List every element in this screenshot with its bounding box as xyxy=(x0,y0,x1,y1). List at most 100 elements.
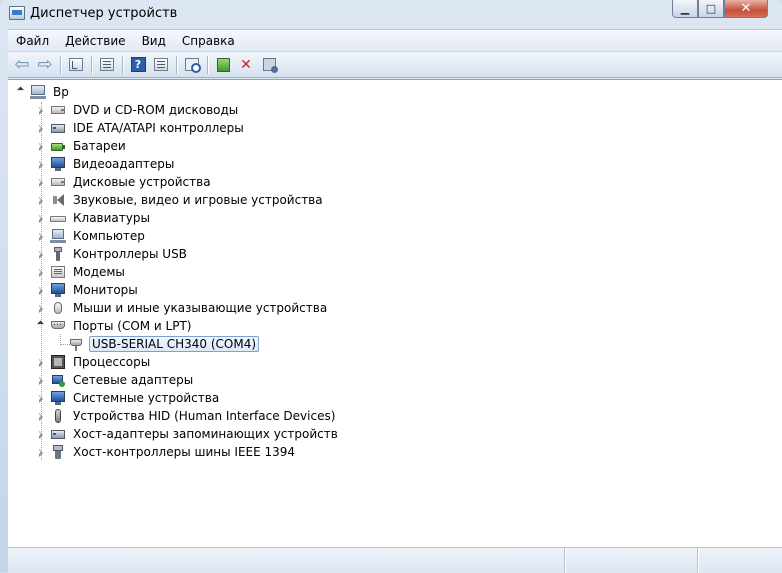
status-bar xyxy=(8,547,782,573)
tree-item-label: Модемы xyxy=(73,265,125,279)
tree-item-modems[interactable]: Модемы xyxy=(36,263,127,281)
computer-icon xyxy=(50,228,66,244)
minimize-button[interactable]: ▁ xyxy=(672,0,698,18)
tree-item-label: Батареи xyxy=(73,139,126,153)
display-adapter-icon xyxy=(50,156,66,172)
tree-item-ide[interactable]: IDE ATA/ATAPI контроллеры xyxy=(36,119,246,137)
sound-icon xyxy=(50,192,66,208)
toolbar: ⇦ ⇨ ? ✕ xyxy=(8,51,782,78)
tree-item-processors[interactable]: Процессоры xyxy=(36,353,152,371)
toolbar-separator xyxy=(176,55,177,74)
uninstall-icon: ✕ xyxy=(240,56,252,73)
monitor-icon xyxy=(50,282,66,298)
expand-icon[interactable] xyxy=(36,106,45,115)
scan-hardware-button[interactable] xyxy=(182,55,202,75)
collapse-icon[interactable] xyxy=(16,87,25,96)
back-button[interactable]: ⇦ xyxy=(12,55,32,75)
tree-item-label: Сетевые адаптеры xyxy=(73,373,194,387)
forward-button[interactable]: ⇨ xyxy=(35,55,55,75)
hid-icon xyxy=(50,408,66,424)
expand-icon[interactable] xyxy=(36,286,45,295)
expand-icon[interactable] xyxy=(36,142,45,151)
expand-icon[interactable] xyxy=(36,358,45,367)
usb-icon xyxy=(50,246,66,262)
help-button[interactable]: ? xyxy=(128,55,148,75)
expand-icon[interactable] xyxy=(36,394,45,403)
tree-item-sound[interactable]: Звуковые, видео и игровые устройства xyxy=(36,191,325,209)
disable-button[interactable] xyxy=(259,55,279,75)
com-port-icon xyxy=(68,336,84,352)
tree-item-label: Компьютер xyxy=(73,229,145,243)
update-driver-button[interactable] xyxy=(213,55,233,75)
device-manager-window: Диспетчер устройств ▁ □ ✕ Файл Действие … xyxy=(0,0,782,573)
tree-item-hid[interactable]: Устройства HID (Human Interface Devices) xyxy=(36,407,337,425)
expand-icon[interactable] xyxy=(36,232,45,241)
update-driver-icon xyxy=(216,57,230,72)
menu-help[interactable]: Справка xyxy=(174,34,243,48)
tree-item-keyboards[interactable]: Клавиатуры xyxy=(36,209,152,227)
tree-item-mice[interactable]: Мыши и иные указывающие устройства xyxy=(36,299,329,317)
expand-icon[interactable] xyxy=(36,250,45,259)
tree-item-label: Процессоры xyxy=(73,355,151,369)
properties-button[interactable] xyxy=(97,55,117,75)
toolbar-separator xyxy=(60,55,61,74)
disable-icon xyxy=(262,58,278,73)
tree-item-usb-serial-ch340[interactable]: USB-SERIAL CH340 (COM4) xyxy=(68,335,260,353)
properties-page-icon xyxy=(154,58,168,71)
expand-icon[interactable] xyxy=(36,448,45,457)
expand-icon[interactable] xyxy=(36,160,45,169)
tree-item-label: Системные устройства xyxy=(73,391,220,405)
tree-item-label: DVD и CD-ROM дисководы xyxy=(73,103,239,117)
port-icon xyxy=(50,318,66,334)
expand-icon[interactable] xyxy=(36,214,45,223)
expand-icon[interactable] xyxy=(36,178,45,187)
tree-item-computer[interactable]: Компьютер xyxy=(36,227,147,245)
ieee1394-icon xyxy=(50,444,66,460)
menu-file[interactable]: Файл xyxy=(8,34,57,48)
keyboard-icon xyxy=(50,210,66,226)
status-cell xyxy=(698,548,782,573)
expand-icon[interactable] xyxy=(36,412,45,421)
tree-item-batteries[interactable]: Батареи xyxy=(36,137,128,155)
tree-item-label: Звуковые, видео и игровые устройства xyxy=(73,193,323,207)
menu-action[interactable]: Действие xyxy=(57,34,133,48)
tree-item-usb[interactable]: Контроллеры USB xyxy=(36,245,189,263)
tree-item-label: Дисковые устройства xyxy=(73,175,211,189)
show-hide-tree-button[interactable] xyxy=(66,55,86,75)
device-manager-icon xyxy=(9,6,25,20)
uninstall-button[interactable]: ✕ xyxy=(236,55,256,75)
status-cell xyxy=(8,548,566,573)
tree-item-display-adapters[interactable]: Видеоадаптеры xyxy=(36,155,176,173)
expand-icon[interactable] xyxy=(36,376,45,385)
title-bar[interactable]: Диспетчер устройств ▁ □ ✕ xyxy=(0,0,782,28)
menu-view[interactable]: Вид xyxy=(134,34,174,48)
expand-icon[interactable] xyxy=(36,268,45,277)
processor-icon xyxy=(50,354,66,370)
tree-item-ports[interactable]: Порты (COM и LPT) xyxy=(36,317,193,335)
show-hide-tree-icon xyxy=(69,58,83,71)
device-tree[interactable]: Bp DVD и CD-ROM дисководы IDE ATA/ATAPI … xyxy=(8,79,782,547)
expand-icon[interactable] xyxy=(36,196,45,205)
close-button[interactable]: ✕ xyxy=(724,0,768,18)
tree-root[interactable]: Bp xyxy=(16,83,71,101)
tree-item-ieee1394[interactable]: Хост-контроллеры шины IEEE 1394 xyxy=(36,443,297,461)
tree-item-storage-controllers[interactable]: Хост-адаптеры запоминающих устройств xyxy=(36,425,340,443)
expand-icon[interactable] xyxy=(36,304,45,313)
tree-item-label: Мыши и иные указывающие устройства xyxy=(73,301,328,315)
tree-item-disk-drives[interactable]: Дисковые устройства xyxy=(36,173,213,191)
tree-item-label: Хост-адаптеры запоминающих устройств xyxy=(73,427,338,441)
tree-item-network-adapters[interactable]: Сетевые адаптеры xyxy=(36,371,195,389)
expand-icon[interactable] xyxy=(36,124,45,133)
toolbar-separator xyxy=(122,55,123,74)
battery-icon xyxy=(50,138,66,154)
maximize-button[interactable]: □ xyxy=(698,0,724,18)
properties-page-button[interactable] xyxy=(151,55,171,75)
collapse-icon[interactable] xyxy=(36,321,45,330)
tree-item-system-devices[interactable]: Системные устройства xyxy=(36,389,221,407)
expand-icon[interactable] xyxy=(36,430,45,439)
tree-root-label: Bp xyxy=(53,85,69,99)
disk-drive-icon xyxy=(50,174,66,190)
computer-icon xyxy=(30,84,46,100)
tree-item-monitors[interactable]: Мониторы xyxy=(36,281,140,299)
tree-item-dvd[interactable]: DVD и CD-ROM дисководы xyxy=(36,101,240,119)
